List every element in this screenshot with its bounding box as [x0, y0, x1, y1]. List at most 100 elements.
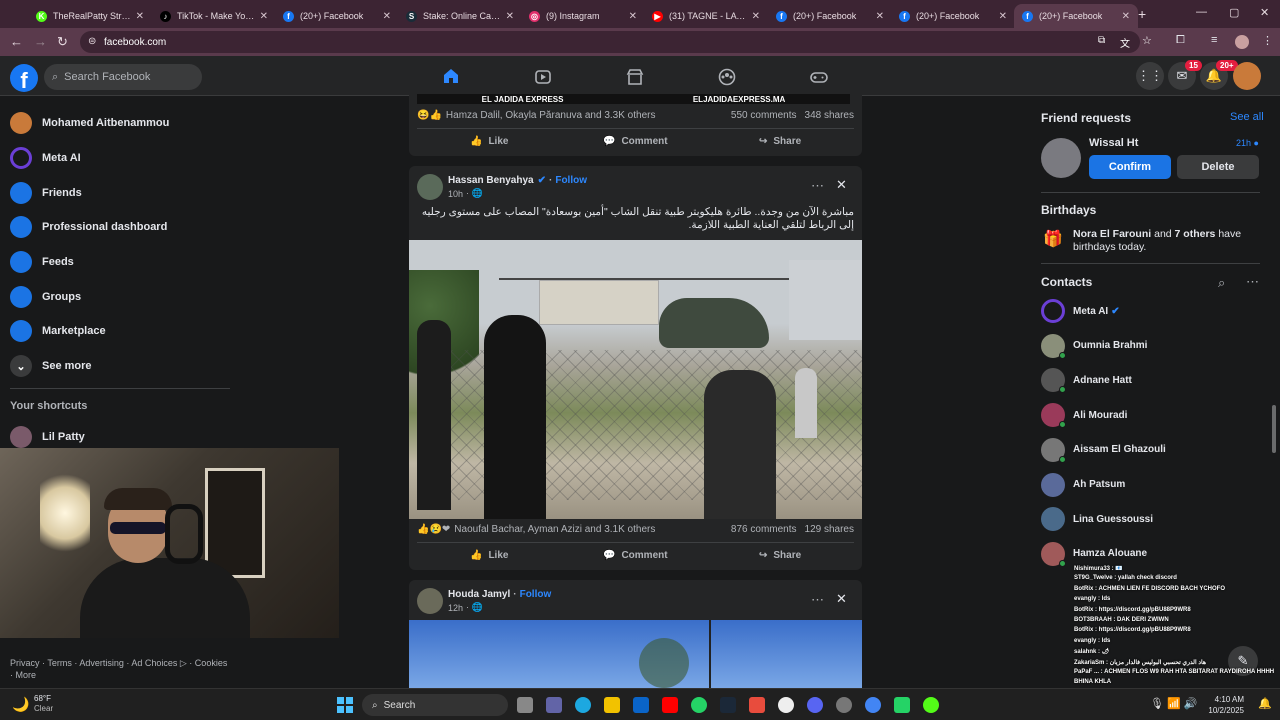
extensions-icon[interactable]: ⧠ [1176, 34, 1185, 47]
weather-widget[interactable]: 68°F Clear [34, 694, 53, 714]
sidebar-item-see-more[interactable]: ⌄ See more [10, 351, 92, 381]
browser-tab[interactable]: S Stake: Online Casino ✕ [398, 4, 522, 28]
share-button[interactable]: ↪ Share [759, 550, 801, 561]
browser-tab[interactable]: K TheRealPatty Stream ✕ [28, 4, 152, 28]
tray-icons[interactable]: 🎙 📶 🔊 [1150, 697, 1197, 710]
post-image-helicopter[interactable] [409, 240, 862, 519]
browser-tab[interactable]: ▶ (31) TAGNE - LA HAI ✕ [644, 4, 768, 28]
steam-icon[interactable] [720, 697, 736, 713]
close-tab-icon[interactable]: ✕ [876, 11, 884, 22]
teams-icon[interactable] [546, 697, 562, 713]
author-avatar[interactable] [417, 588, 443, 614]
contact-item[interactable]: Meta AI ✔ [1041, 296, 1120, 326]
reading-list-icon[interactable]: ≡ [1211, 34, 1217, 46]
share-button[interactable]: ↪ Share [759, 136, 801, 147]
url-field[interactable]: ⊜ facebook.com ⧉ 文 ☆ [80, 31, 1152, 53]
profile-avatar[interactable] [1235, 35, 1249, 49]
contact-item[interactable]: Aissam El Ghazouli [1041, 435, 1166, 465]
maximize-button[interactable]: ▢ [1229, 6, 1239, 19]
outlook-icon[interactable] [633, 697, 649, 713]
birthday-text[interactable]: Nora El Farouni and 7 others have birthd… [1073, 228, 1259, 254]
site-info-icon[interactable]: ⊜ [88, 36, 96, 47]
browser-tab[interactable]: f (20+) Facebook ✕ [275, 4, 399, 28]
like-button[interactable]: 👍 Like [470, 550, 508, 561]
reaction-summary[interactable]: 😆👍 Hamza Dalil, Okayla Păranuva and 3.3K… [417, 110, 854, 121]
search-contacts-icon[interactable]: ⌕ [1218, 275, 1225, 291]
facebook-logo[interactable]: f [10, 64, 38, 92]
app-icon[interactable] [749, 697, 765, 713]
search-input[interactable]: ⌕ Search Facebook [44, 64, 202, 90]
app-icon[interactable] [923, 697, 939, 713]
discord-icon[interactable] [807, 697, 823, 713]
edge-icon[interactable] [575, 697, 591, 713]
author-avatar[interactable] [417, 174, 443, 200]
chrome-icon[interactable] [865, 697, 881, 713]
browser-tab[interactable]: f (20+) Facebook ✕ [1014, 4, 1138, 28]
close-tab-icon[interactable]: ✕ [136, 11, 144, 22]
close-tab-icon[interactable]: ✕ [1122, 11, 1130, 22]
file-explorer-icon[interactable] [604, 697, 620, 713]
scrollbar-thumb[interactable] [1272, 405, 1276, 453]
author-name[interactable]: Houda Jamyl [448, 589, 510, 600]
comments-count[interactable]: 550 comments [731, 110, 797, 121]
contact-item[interactable]: Adnane Hatt [1041, 365, 1132, 395]
app-icon[interactable] [836, 697, 852, 713]
see-all-link[interactable]: See all [1230, 111, 1264, 123]
close-tab-icon[interactable]: ✕ [260, 11, 268, 22]
close-tab-icon[interactable]: ✕ [506, 11, 514, 22]
browser-tab[interactable]: ◎ (9) Instagram ✕ [521, 4, 645, 28]
shares-count[interactable]: 348 shares [805, 110, 854, 121]
close-window-button[interactable]: ✕ [1260, 6, 1269, 19]
like-button[interactable]: 👍 Like [470, 136, 508, 147]
sidebar-item-mohamed-aitbenammou[interactable]: Mohamed Aitbenammou [10, 108, 169, 138]
close-tab-icon[interactable]: ✕ [629, 11, 637, 22]
sidebar-item-feeds[interactable]: Feeds [10, 247, 74, 277]
more-options-icon[interactable]: ⋯ [811, 178, 824, 194]
sidebar-item-marketplace[interactable]: Marketplace [10, 316, 106, 346]
reaction-summary[interactable]: 👍😢❤ Naoufal Bachar, Ayman Azizi and 3.1K… [417, 524, 854, 535]
confirm-button[interactable]: Confirm [1089, 155, 1171, 179]
reload-icon[interactable]: ↻ [57, 34, 68, 50]
comments-count[interactable]: 876 comments [731, 524, 797, 535]
close-tab-icon[interactable]: ✕ [999, 11, 1007, 22]
youtube-icon[interactable] [662, 697, 678, 713]
contact-item[interactable]: Oumnia Brahmi [1041, 331, 1147, 361]
comment-button[interactable]: 💬 Comment [603, 136, 668, 147]
footer-links[interactable]: Privacy · Terms · Advertising · Ad Choic… [10, 657, 230, 681]
install-icon[interactable]: ⧉ [1098, 35, 1105, 46]
more-options-icon[interactable]: ⋯ [811, 592, 824, 608]
post-image[interactable] [409, 620, 862, 688]
notification-center-icon[interactable]: 🔔 [1258, 697, 1272, 710]
close-tab-icon[interactable]: ✕ [752, 11, 760, 22]
minimize-button[interactable]: — [1196, 6, 1207, 18]
requester-avatar[interactable] [1041, 138, 1081, 178]
comment-button[interactable]: 💬 Comment [603, 550, 668, 561]
browser-tab[interactable]: ♪ TikTok - Make Your D ✕ [152, 4, 276, 28]
browser-tab[interactable]: f (20+) Facebook ✕ [768, 4, 892, 28]
whatsapp-icon[interactable] [691, 697, 707, 713]
menu-grid-button[interactable]: ⋮⋮ [1136, 62, 1164, 90]
contact-item[interactable]: Ah Patsum [1041, 470, 1125, 500]
close-icon[interactable]: ✕ [836, 177, 847, 193]
back-icon[interactable]: ← [10, 34, 23, 49]
contact-item[interactable]: Lina Guessoussi [1041, 504, 1153, 534]
close-tab-icon[interactable]: ✕ [383, 11, 391, 22]
account-avatar[interactable] [1233, 62, 1261, 90]
sidebar-item-groups[interactable]: Groups [10, 282, 81, 312]
follow-link[interactable]: Follow [520, 589, 552, 600]
author-name[interactable]: Hassan Benyahya [448, 175, 534, 186]
taskbar-search[interactable]: ⌕ Search [362, 694, 508, 716]
task-view-icon[interactable] [517, 697, 533, 713]
delete-button[interactable]: Delete [1177, 155, 1259, 179]
sidebar-item-friends[interactable]: Friends [10, 178, 82, 208]
shares-count[interactable]: 129 shares [805, 524, 854, 535]
new-tab-button[interactable]: + [1138, 6, 1146, 22]
browser-menu-icon[interactable]: ⋮ [1262, 34, 1273, 47]
post-time[interactable]: 10h [448, 189, 463, 199]
sidebar-item-meta-ai[interactable]: Meta AI [10, 143, 81, 173]
follow-link[interactable]: Follow [555, 175, 587, 186]
clock[interactable]: 4:10 AM 10/2/2025 [1200, 694, 1244, 716]
contact-item[interactable]: Ali Mouradi [1041, 400, 1127, 430]
contacts-options-icon[interactable]: ⋯ [1246, 274, 1259, 290]
forward-icon[interactable]: → [34, 34, 47, 49]
